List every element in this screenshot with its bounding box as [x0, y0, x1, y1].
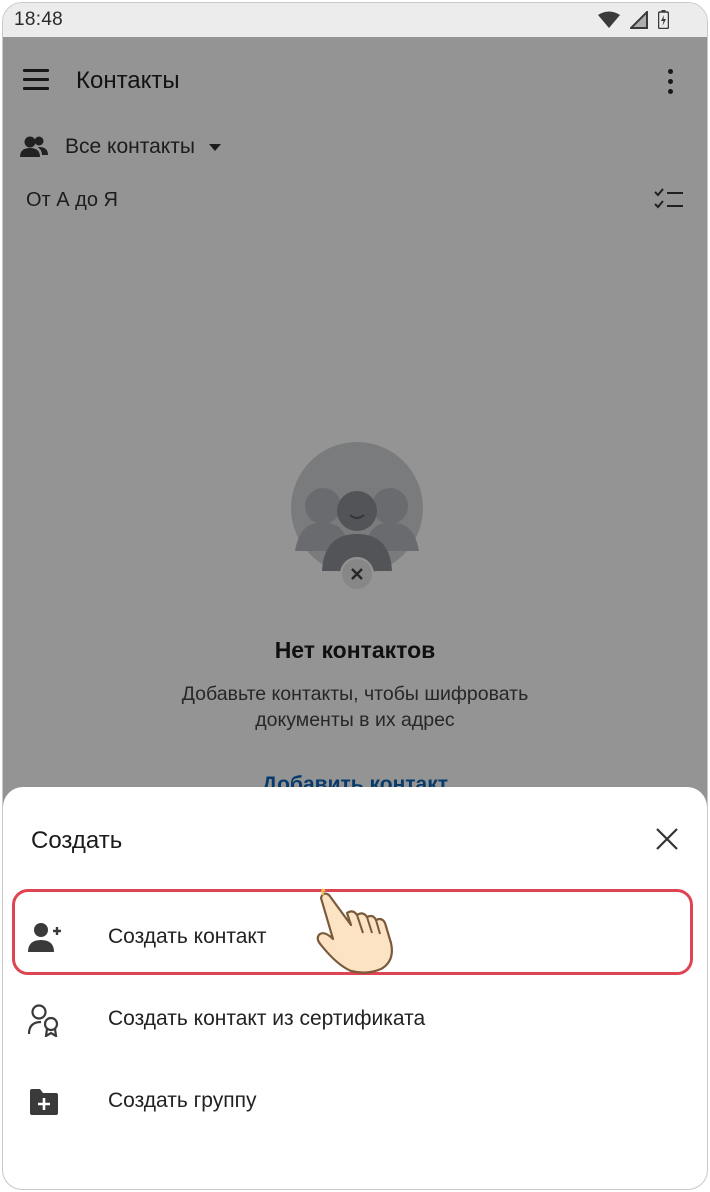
status-bar: 18:48 [3, 3, 707, 37]
wifi-icon [598, 11, 620, 28]
signal-icon [630, 10, 648, 29]
device-frame: 18:48 Контакты Все контакты От А до Я Не… [2, 2, 708, 1190]
create-group-button[interactable]: Создать группу [3, 1061, 707, 1141]
create-contact-from-certificate-label: Создать контакт из сертификата [108, 1007, 426, 1030]
status-time: 18:48 [14, 9, 64, 30]
hand-pointer-icon [316, 888, 393, 974]
create-group-label: Создать группу [108, 1089, 257, 1112]
create-bottom-sheet: Создать Создать контакт Создать контакт … [3, 787, 707, 1189]
folder-plus-icon [30, 1089, 58, 1115]
sheet-title: Создать [31, 827, 123, 854]
battery-icon [658, 10, 669, 29]
status-icons [598, 10, 669, 29]
close-icon[interactable] [655, 827, 679, 851]
create-contact-from-certificate-button[interactable]: Создать контакт из сертификата [3, 979, 707, 1059]
certificate-person-icon [27, 1004, 59, 1037]
